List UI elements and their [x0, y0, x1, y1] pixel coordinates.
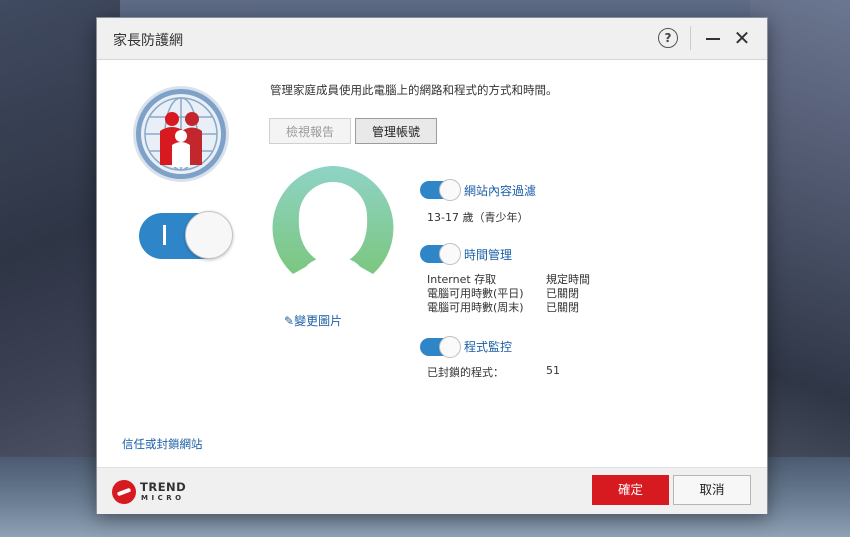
manage-account-button[interactable]: 管理帳號	[355, 118, 437, 144]
brand-line2: MICRO	[141, 494, 185, 502]
help-icon[interactable]: ?	[658, 28, 678, 48]
toggle-knob	[439, 179, 461, 201]
web-filter-toggle[interactable]	[420, 179, 461, 201]
change-picture-link[interactable]: ✎變更圖片	[284, 312, 342, 329]
titlebar-divider	[690, 26, 691, 50]
view-report-button[interactable]: 檢視報告	[269, 118, 351, 144]
minimize-button[interactable]	[706, 38, 720, 40]
program-control-toggle[interactable]	[420, 336, 461, 358]
time-limits-link[interactable]: 時間管理	[464, 246, 512, 263]
web-filter-link[interactable]: 網站內容過濾	[464, 182, 536, 199]
trust-block-sites-link[interactable]: 信任或封鎖網站	[122, 436, 203, 452]
ok-button[interactable]: 確定	[592, 475, 669, 505]
parental-controls-dialog: 家長防護網 ? ✕ 管理家庭成員使用此電腦上的網路和程式的方式和時間。 檢視報告…	[97, 18, 767, 514]
profile-avatar[interactable]	[269, 164, 397, 280]
window-title: 家長防護網	[113, 33, 183, 49]
weekend-hours-value: 已關閉	[546, 301, 579, 314]
toggle-on-indicator	[163, 225, 166, 245]
title-bar: 家長防護網 ? ✕	[97, 18, 767, 60]
family-protection-logo	[133, 86, 229, 182]
blocked-programs-count: 51	[546, 364, 560, 377]
time-limits-toggle[interactable]	[420, 243, 461, 265]
dialog-footer: TREND MICRO 確定 取消	[97, 467, 767, 514]
toggle-knob	[185, 211, 233, 259]
toggle-knob	[439, 243, 461, 265]
toggle-knob	[439, 336, 461, 358]
close-button[interactable]: ✕	[733, 28, 751, 48]
web-filter-level: 13-17 歲（青少年）	[427, 211, 529, 224]
weekend-hours-label: 電腦可用時數(周末)	[427, 301, 524, 314]
intro-text: 管理家庭成員使用此電腦上的網路和程式的方式和時間。	[270, 83, 558, 97]
program-control-link[interactable]: 程式監控	[464, 338, 512, 355]
cancel-button[interactable]: 取消	[673, 475, 751, 505]
trend-micro-logo: TREND MICRO	[112, 480, 202, 506]
change-picture-label: 變更圖片	[294, 314, 343, 328]
blocked-programs-label: 已封鎖的程式：	[427, 366, 504, 379]
brand-line1: TREND	[140, 480, 187, 494]
parental-controls-toggle[interactable]	[139, 211, 233, 259]
